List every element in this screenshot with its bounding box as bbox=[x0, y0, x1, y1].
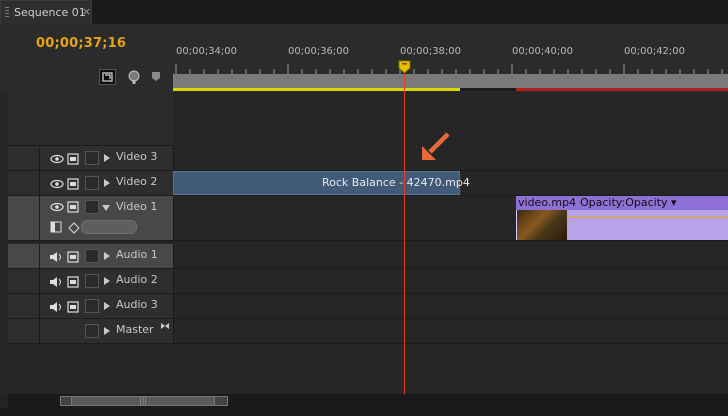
track-header-video-2[interactable]: Video 2 bbox=[8, 171, 173, 196]
scroll-grip-icon: ||| bbox=[139, 396, 148, 405]
expand-triangle-icon[interactable] bbox=[104, 277, 110, 285]
opacity-dropdown[interactable]: Opacity:Opacity ▾ bbox=[580, 196, 677, 209]
track-name: Video 1 bbox=[116, 200, 158, 213]
film-icon[interactable] bbox=[66, 276, 80, 288]
track-lane-audio-2[interactable] bbox=[173, 269, 728, 294]
clip-label: Rock Balance - 42470.mp4 bbox=[322, 176, 470, 189]
film-icon[interactable] bbox=[66, 178, 80, 190]
scroll-zoom-right-handle[interactable] bbox=[214, 396, 228, 406]
ruler-label: 00;00;38;00 bbox=[400, 46, 462, 57]
render-bar-yellow bbox=[173, 88, 460, 91]
ruler-label: 00;00;42;00 bbox=[624, 46, 686, 57]
display-style-icon[interactable] bbox=[50, 221, 64, 235]
track-name: Video 2 bbox=[116, 175, 158, 188]
expand-triangle-icon[interactable] bbox=[104, 154, 110, 162]
speaker-icon[interactable] bbox=[49, 301, 63, 313]
sync-lock-column[interactable] bbox=[8, 146, 40, 170]
keyframe-diamond-icon[interactable] bbox=[68, 221, 80, 235]
playhead-line[interactable] bbox=[404, 70, 405, 395]
sync-lock-column[interactable] bbox=[8, 319, 40, 343]
film-icon[interactable] bbox=[66, 301, 80, 313]
track-lane-audio-3[interactable] bbox=[173, 294, 728, 319]
speaker-icon[interactable] bbox=[49, 251, 63, 263]
keyframe-nav-control[interactable] bbox=[81, 220, 137, 234]
track-header-video-3[interactable]: Video 3 bbox=[8, 146, 173, 171]
close-icon[interactable]: × bbox=[82, 5, 91, 18]
ruler-label: 00;00;34;00 bbox=[176, 46, 238, 57]
track-header-audio-3[interactable]: Audio 3 bbox=[8, 294, 173, 319]
sync-lock-column[interactable] bbox=[8, 196, 40, 240]
grip-icon[interactable] bbox=[5, 7, 9, 18]
expand-triangle-icon[interactable] bbox=[104, 252, 110, 260]
timecode-display[interactable]: 00;00;37;16 bbox=[36, 36, 126, 51]
clip-thumbnail bbox=[517, 210, 567, 240]
lock-toggle[interactable] bbox=[85, 274, 99, 288]
keyframe-button[interactable] bbox=[150, 69, 162, 85]
pin-icon bbox=[152, 72, 160, 81]
film-icon[interactable] bbox=[66, 153, 80, 165]
clip-label: video.mp4 bbox=[518, 196, 577, 209]
work-area-bar[interactable] bbox=[173, 74, 728, 88]
ruler-label: 00;00;36;00 bbox=[288, 46, 350, 57]
playhead-handle-icon[interactable] bbox=[398, 60, 411, 74]
snap-button[interactable] bbox=[99, 69, 116, 85]
lock-toggle[interactable] bbox=[85, 200, 99, 214]
track-header-master[interactable]: Master bbox=[8, 319, 173, 344]
header-spacer bbox=[8, 92, 173, 146]
sync-lock-column[interactable] bbox=[8, 244, 40, 268]
render-bar-red bbox=[516, 88, 728, 91]
sync-lock-column[interactable] bbox=[8, 269, 40, 293]
scroll-zoom-left-handle[interactable] bbox=[60, 396, 72, 406]
track-header-audio-1[interactable]: Audio 1 bbox=[8, 244, 173, 269]
eye-icon[interactable] bbox=[50, 201, 64, 213]
speaker-icon[interactable] bbox=[49, 276, 63, 288]
lock-toggle[interactable] bbox=[85, 176, 99, 190]
opacity-rubberband[interactable] bbox=[567, 217, 728, 218]
tab-bar bbox=[0, 0, 728, 25]
bowtie-icon bbox=[161, 323, 169, 329]
annotation-arrow-icon bbox=[422, 132, 450, 160]
tab-label: Sequence 01 bbox=[14, 6, 86, 19]
sync-lock-column[interactable] bbox=[8, 171, 40, 195]
eye-icon[interactable] bbox=[50, 153, 64, 165]
bottom-bar bbox=[0, 408, 728, 416]
film-icon[interactable] bbox=[66, 251, 80, 263]
film-icon[interactable] bbox=[66, 201, 80, 213]
set-marker-button[interactable] bbox=[126, 69, 142, 85]
eye-icon[interactable] bbox=[50, 178, 64, 190]
track-header-video-1[interactable]: Video 1 bbox=[8, 196, 173, 241]
track-name: Master bbox=[116, 323, 154, 336]
track-name: Audio 2 bbox=[116, 273, 158, 286]
track-lane-master[interactable] bbox=[173, 319, 728, 344]
ruler-ticks bbox=[175, 64, 723, 74]
track-name: Audio 3 bbox=[116, 298, 158, 311]
tab-sequence[interactable]: Sequence 01 × bbox=[0, 0, 92, 24]
marker-icon bbox=[128, 70, 140, 84]
expand-triangle-icon[interactable] bbox=[104, 179, 110, 187]
ruler-label: 00;00;40;00 bbox=[512, 46, 574, 57]
expand-triangle-icon[interactable] bbox=[104, 302, 110, 310]
lock-toggle[interactable] bbox=[85, 151, 99, 165]
track-lane-audio-1[interactable] bbox=[173, 244, 728, 269]
track-header-audio-2[interactable]: Audio 2 bbox=[8, 269, 173, 294]
track-name: Audio 1 bbox=[116, 248, 158, 261]
snap-icon bbox=[102, 72, 113, 82]
collapse-triangle-icon[interactable] bbox=[102, 205, 110, 211]
expand-triangle-icon[interactable] bbox=[104, 327, 110, 335]
lock-toggle[interactable] bbox=[85, 249, 99, 263]
track-name: Video 3 bbox=[116, 150, 158, 163]
lock-toggle[interactable] bbox=[85, 299, 99, 313]
sync-lock-column[interactable] bbox=[8, 294, 40, 318]
lock-toggle[interactable] bbox=[85, 324, 99, 338]
